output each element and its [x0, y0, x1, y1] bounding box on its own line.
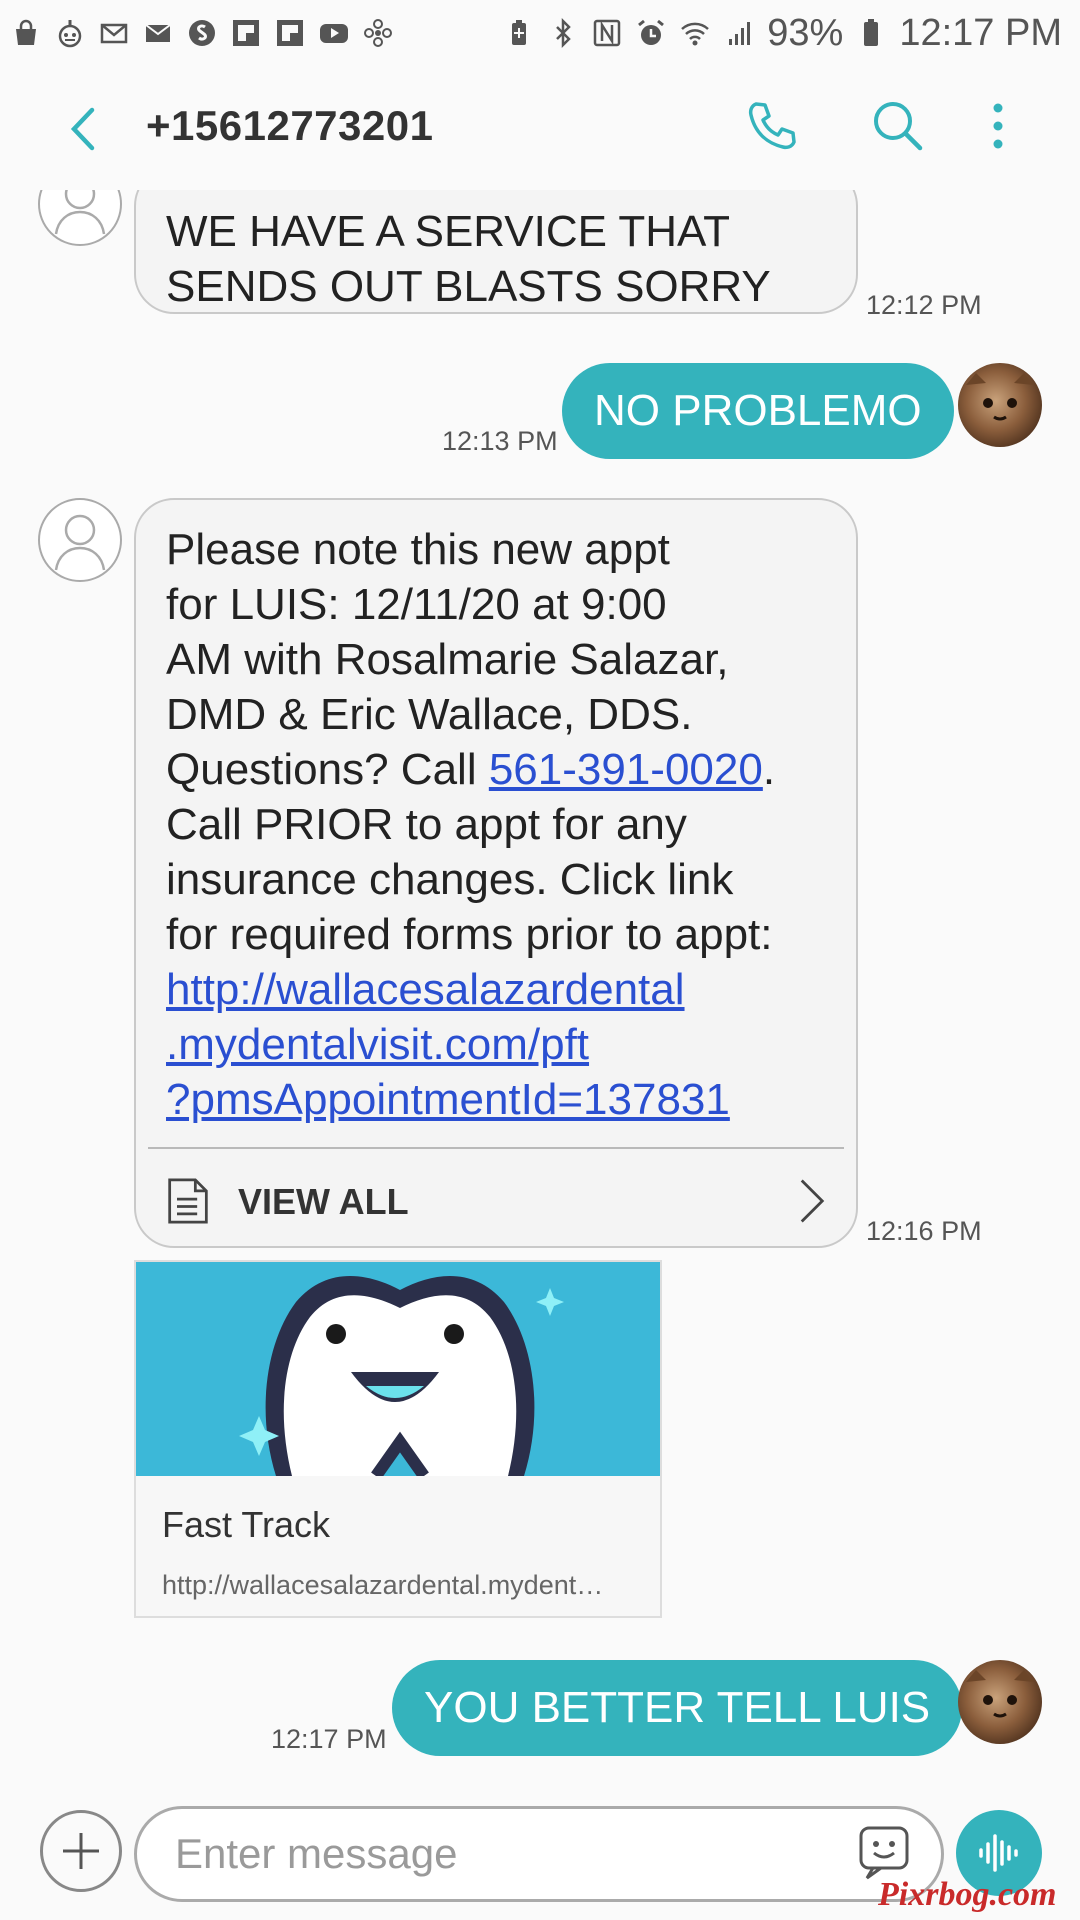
message-text-line: for required forms prior to appt:: [166, 910, 773, 959]
page-title: +15612773201: [146, 102, 434, 149]
back-arrow-icon: [70, 107, 95, 151]
search-button[interactable]: [866, 94, 930, 158]
clock: 12:17 PM: [899, 11, 1062, 54]
message-input[interactable]: [134, 1806, 944, 1902]
view-all-label: VIEW ALL: [238, 1180, 409, 1222]
gmail-icon: [98, 17, 130, 49]
url-line[interactable]: http://wallacesalazardental: [166, 962, 826, 1017]
my-avatar[interactable]: [958, 363, 1042, 447]
flipboard-icon: [274, 17, 306, 49]
shopping-bag-icon: [10, 17, 42, 49]
more-vert-icon: [993, 103, 1003, 149]
url-line[interactable]: .mydentalvisit.com/pft: [166, 1017, 826, 1072]
tooth-mascot-icon: [239, 1276, 564, 1476]
person-icon: [54, 514, 106, 571]
incoming-message[interactable]: Please note this new appt for LUIS: 12/1…: [134, 498, 858, 1248]
cat-photo-icon: [966, 373, 1034, 421]
url-line[interactable]: ?pmsAppointmentId=137831: [166, 1072, 826, 1127]
watermark: Pixrbog.com: [878, 1876, 1057, 1913]
mail-icon: [142, 17, 174, 49]
more-options-button[interactable]: [966, 94, 1030, 158]
outgoing-message[interactable]: YOU BETTER TELL LUIS: [392, 1660, 963, 1756]
message-time: 12:17 PM: [271, 1724, 387, 1754]
search-icon: [874, 102, 923, 151]
cat-photo-icon: [966, 1670, 1034, 1718]
message-text-line: AM with Rosalmarie Salazar,: [166, 635, 729, 684]
message-text-line: Please note this new appt: [166, 525, 670, 574]
message-text-line: Questions? Call 561-391-0020.: [166, 742, 826, 797]
document-icon: [168, 1178, 208, 1224]
link-preview-title: Fast Track: [162, 1504, 331, 1545]
contact-avatar[interactable]: [38, 498, 122, 582]
view-all-button[interactable]: VIEW ALL: [166, 1149, 826, 1253]
message-time: 12:13 PM: [442, 426, 558, 456]
message-list[interactable]: WE HAVE A SERVICE THAT SENDS OUT BLASTS …: [0, 190, 1080, 1790]
status-bar: 93% 12:17 PM: [0, 0, 1080, 66]
message-time: 12:16 PM: [866, 1216, 982, 1246]
link-preview-url: http://wallacesalazardental.mydent…: [162, 1570, 604, 1600]
message-text-line: insurance changes. Click link: [166, 855, 734, 904]
phone-icon: [748, 102, 796, 150]
back-button[interactable]: [62, 102, 110, 156]
bot-icon: [54, 17, 86, 49]
system-icons: 93% 12:17 PM: [503, 12, 1062, 55]
battery-icon: [855, 17, 887, 49]
fan-icon: [362, 17, 394, 49]
chevron-right-icon: [800, 1179, 825, 1223]
phone-number-link[interactable]: 561-391-0020: [489, 745, 763, 794]
outgoing-message[interactable]: NO PROBLEMO: [562, 363, 954, 459]
conversation-header: +15612773201: [0, 66, 1080, 190]
flipboard-icon: [230, 17, 262, 49]
voice-icon: [979, 1834, 1018, 1872]
contact-avatar[interactable]: [38, 190, 122, 246]
questions-suffix: .: [762, 745, 776, 794]
shazam-icon: [186, 17, 218, 49]
bluetooth-icon: [547, 17, 579, 49]
alarm-icon: [635, 17, 667, 49]
message-text-line: Call PRIOR to appt for any: [166, 800, 687, 849]
emoji-icon: [859, 1826, 909, 1880]
emoji-button[interactable]: [855, 1822, 915, 1882]
message-time: 12:12 PM: [866, 290, 982, 320]
battery-saver-icon: [503, 17, 535, 49]
my-avatar[interactable]: [958, 1660, 1042, 1744]
attach-button[interactable]: [40, 1810, 122, 1892]
link-preview-image: [136, 1262, 660, 1476]
appointment-url-link[interactable]: http://wallacesalazardental .mydentalvis…: [166, 962, 826, 1127]
wifi-icon: [679, 17, 711, 49]
signal-icon: [723, 17, 755, 49]
message-text-line: DMD & Eric Wallace, DDS.: [166, 690, 693, 739]
link-preview-card[interactable]: Fast Track http://wallacesalazardental.m…: [134, 1260, 662, 1618]
message-text-line: SENDS OUT BLASTS SORRY: [166, 262, 771, 311]
youtube-icon: [318, 17, 350, 49]
person-icon: [54, 190, 106, 235]
battery-percent: 93%: [767, 11, 844, 54]
nfc-icon: [591, 17, 623, 49]
message-text-line: for LUIS: 12/11/20 at 9:00: [166, 580, 667, 629]
message-text-line: WE HAVE A SERVICE THAT: [166, 207, 731, 256]
notification-icons: [10, 17, 394, 49]
questions-prefix: Questions? Call: [166, 745, 489, 794]
call-button[interactable]: [740, 94, 804, 158]
incoming-message[interactable]: WE HAVE A SERVICE THAT SENDS OUT BLASTS …: [134, 190, 858, 314]
add-icon: [63, 1833, 99, 1869]
